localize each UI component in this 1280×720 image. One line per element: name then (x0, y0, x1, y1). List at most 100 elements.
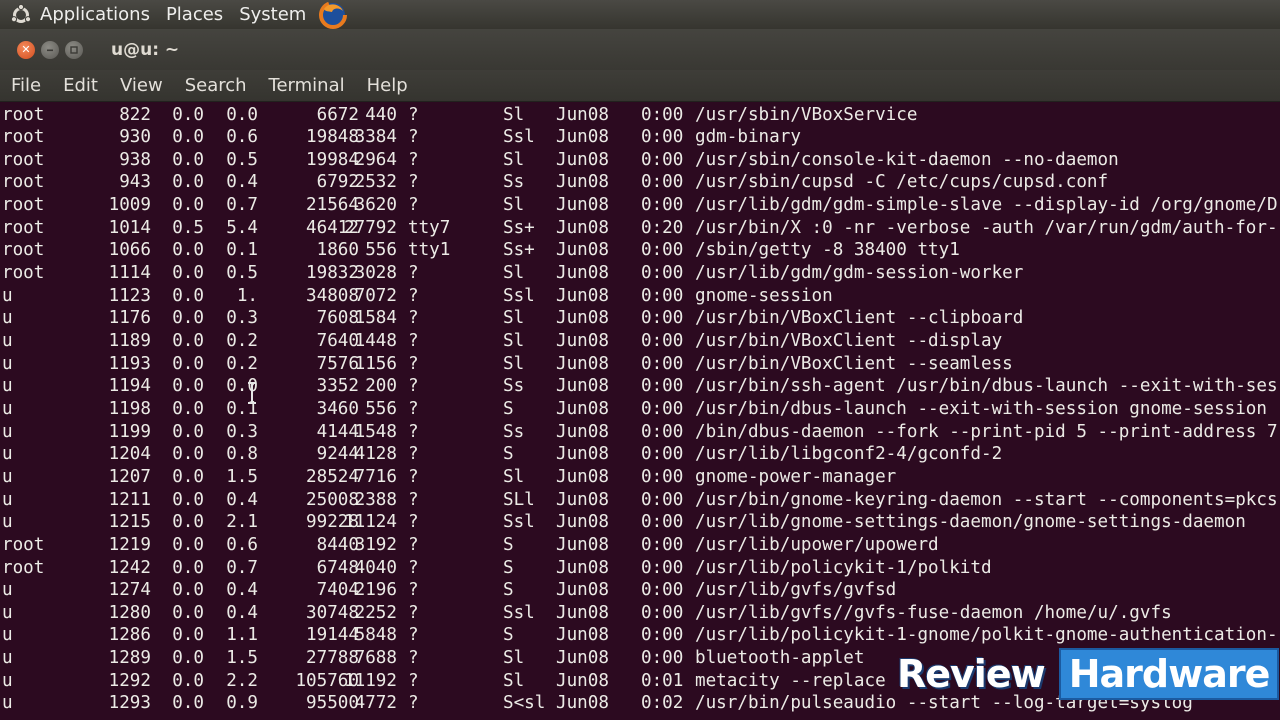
process-cell: 7072 (354, 285, 397, 306)
process-cell: 938 (119, 149, 151, 170)
process-cell: 0.0 (172, 580, 204, 601)
panel-menu-applications[interactable]: Applications (40, 4, 150, 25)
process-cell: /usr/lib/gvfs//gvfs-fuse-daemon /home/u/… (695, 602, 1172, 623)
process-cell: 1292 (108, 670, 151, 691)
process-cell: 0.0 (172, 648, 204, 669)
process-cell: 1189 (108, 331, 151, 351)
process-cell: 1114 (108, 263, 151, 284)
process-cell: 4040 (354, 557, 397, 578)
process-cell: 2964 (354, 149, 397, 170)
process-cell: Ssl (503, 127, 535, 148)
process-cell: /usr/bin/dbus-launch --exit-with-session… (695, 398, 1267, 419)
menu-file[interactable]: File (0, 75, 52, 96)
process-cell: 0.0 (172, 602, 204, 623)
process-cell: 0.0 (172, 353, 204, 374)
process-cell: Jun08 (556, 512, 609, 533)
process-cell: Sl (503, 670, 525, 691)
process-cell: /usr/lib/policykit-1/polkitd (695, 557, 992, 578)
process-cell: ? (408, 512, 419, 533)
process-cell: 0.0 (172, 285, 204, 306)
process-cell: /usr/lib/libgconf2-4/gconfd-2 (695, 444, 1003, 465)
menu-view[interactable]: View (109, 75, 174, 96)
process-cell: 1584 (354, 308, 397, 329)
process-row: root 930 0.0 0.6 19848 3384? Ssl Jun08 0:00 gdm-b… (0, 126, 1280, 149)
process-row: u 1123 0.0 1. 34808 7072? Ssl Jun08 0:00 gnome-se… (0, 285, 1280, 308)
process-cell: Jun08 (556, 195, 609, 216)
process-cell: 0.0 (172, 421, 204, 442)
process-cell: Jun08 (556, 240, 609, 261)
process-cell: ? (408, 149, 419, 170)
process-cell: /bin/dbus-daemon --fork --print-pid 5 --… (695, 421, 1278, 442)
process-cell: 5.4 (226, 217, 258, 238)
maximize-icon[interactable] (65, 40, 83, 59)
process-cell: 0.0 (172, 308, 204, 329)
process-cell: 0.5 (226, 149, 258, 170)
process-cell: Jun08 (556, 625, 609, 646)
process-cell: 0.5 (226, 263, 258, 284)
process-row: u 1194 0.0 0.0 3352 200? Ss Jun08 0:00/usr/bin/s… (0, 375, 1280, 398)
process-row: root 1009 0.0 0.7 21564 3620? Sl Jun08 0:00/usr/… (0, 194, 1280, 217)
process-cell: /usr/sbin/cupsd -C /etc/cups/cupsd.conf (695, 172, 1109, 193)
process-cell: /usr/lib/policykit-1-gnome/polkit-gnome-… (695, 625, 1278, 646)
process-cell: 0.7 (226, 195, 258, 216)
process-cell: 1156 (354, 353, 397, 374)
process-cell: 0.9 (226, 693, 258, 714)
process-cell: 0:00 (641, 557, 684, 578)
process-cell: 1204 (108, 444, 151, 465)
process-cell: 27792 (344, 217, 397, 238)
panel-menu-places[interactable]: Places (166, 4, 223, 25)
watermark-hardware: Hardware (1058, 648, 1280, 700)
process-cell: gdm-binary (695, 127, 801, 148)
close-icon[interactable]: ✕ (17, 40, 35, 59)
process-row: root 1219 0.0 0.6 8440 3192? S Jun08 0:00/usr/li… (0, 534, 1280, 557)
process-cell: Jun08 (556, 534, 609, 555)
menu-search[interactable]: Search (174, 75, 258, 96)
process-cell: Sl (503, 263, 525, 284)
terminal-output[interactable]: u 1293 0.0 0.9 95500 4772? S<sl Jun08 0:02/usr/b… (0, 102, 1280, 720)
process-cell: 0.0 (172, 149, 204, 170)
process-cell: 0:00 (641, 149, 684, 170)
process-cell: Jun08 (556, 670, 609, 691)
ubuntu-logo-icon[interactable] (10, 3, 32, 26)
process-cell: Jun08 (556, 308, 609, 329)
menu-terminal[interactable]: Terminal (258, 75, 356, 96)
process-cell: ? (408, 625, 419, 646)
process-cell: Jun08 (556, 398, 609, 419)
panel-menu-system[interactable]: System (239, 4, 306, 25)
process-cell: 1211 (108, 489, 151, 510)
window-titlebar[interactable]: ✕ u@u: ~ (0, 29, 1280, 70)
process-cell: Sl (503, 353, 525, 374)
process-cell: Jun08 (556, 580, 609, 601)
process-cell: ? (408, 580, 419, 601)
process-cell: Jun08 (556, 285, 609, 306)
process-cell: Jun08 (556, 331, 609, 351)
firefox-icon[interactable] (318, 0, 348, 30)
process-cell: Jun08 (556, 466, 609, 487)
process-cell: 0:00 (641, 127, 684, 148)
process-cell: Jun08 (556, 489, 609, 510)
process-cell: 0.6 (226, 127, 258, 148)
process-row: u 1198 0.0 0.1 3460 556? S Jun08 0:00/usr/bin/db… (0, 398, 1280, 421)
process-cell: 3620 (354, 195, 397, 216)
process-cell: 0.0 (172, 398, 204, 419)
process-cell: Ss (503, 421, 525, 442)
process-cell: /usr/sbin/console-kit-daemon --no-daemon (695, 149, 1119, 170)
process-row: u 1280 0.0 0.4 30748 2252? Ssl Jun08 0:00/usr/li… (0, 602, 1280, 625)
process-cell: 1198 (108, 398, 151, 419)
process-cell: Jun08 (556, 648, 609, 669)
menu-edit[interactable]: Edit (52, 75, 109, 96)
process-cell: 0.4 (226, 172, 258, 193)
process-cell: ? (408, 376, 419, 397)
process-cell: 0:00 (641, 625, 684, 646)
process-cell: ? (408, 195, 419, 216)
process-cell: 0.5 (172, 217, 204, 238)
process-cell: 2252 (354, 602, 397, 623)
process-cell: 1193 (108, 353, 151, 374)
process-cell: 1.5 (226, 648, 258, 669)
process-cell: S (503, 444, 514, 465)
minimize-icon[interactable] (41, 40, 59, 59)
process-row: u 1189 0.0 0.2 7640 1448? Sl Jun08 0:00/usr/bin/… (0, 330, 1280, 353)
menu-help[interactable]: Help (356, 75, 419, 96)
process-cell: 4128 (354, 444, 397, 465)
process-cell: ? (408, 602, 419, 623)
